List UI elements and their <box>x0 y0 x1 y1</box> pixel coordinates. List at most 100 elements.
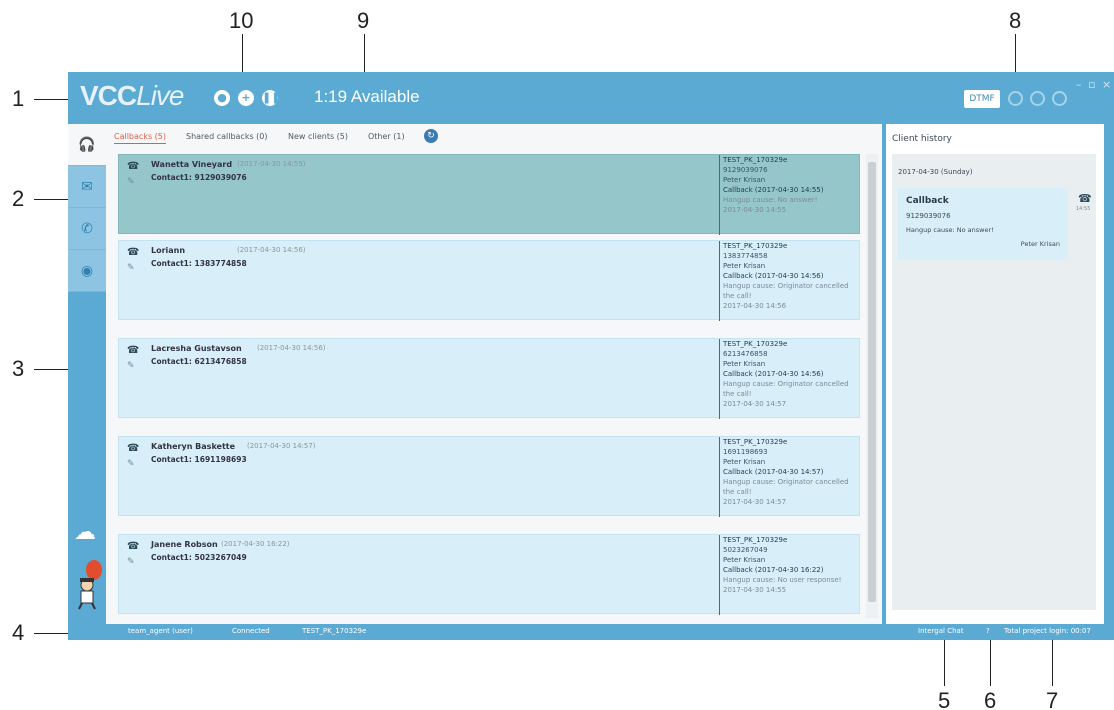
info-cause: Hangup cause: Originator cancelled the c… <box>723 380 849 398</box>
callout-9: 9 <box>357 8 370 33</box>
history-card-number: 9129039076 <box>906 212 951 220</box>
restore-icon[interactable]: ▫ <box>1088 78 1095 91</box>
info-callback: Callback (2017-04-30 16:22) <box>723 566 824 574</box>
scrollbar-thumb[interactable] <box>868 162 876 602</box>
phone-icon[interactable]: ✆ <box>68 208 106 250</box>
info-cause: Hangup cause: No user response! <box>723 576 842 584</box>
history-card-title: Callback <box>906 196 949 206</box>
cloud-icon[interactable]: ☁ <box>74 520 96 545</box>
info-number: 9129039076 <box>723 166 768 174</box>
main-panel: Callbacks (5) Shared callbacks (0) New c… <box>106 124 882 624</box>
callback-info: TEST_PK_170329e 5023267049 Peter Krisan … <box>719 535 860 615</box>
callback-time: (2017-04-30 14:56) <box>257 344 326 352</box>
agent-name: team_agent (user) <box>128 627 193 635</box>
call-control-icon-1[interactable] <box>1008 91 1023 106</box>
tab-callbacks[interactable]: Callbacks (5) <box>114 132 166 144</box>
callback-info: TEST_PK_170329e 6213476858 Peter Krisan … <box>719 339 860 419</box>
phone-icon[interactable]: ☎ <box>127 541 139 552</box>
info-number: 6213476858 <box>723 350 768 358</box>
history-card-agent: Peter Krisan <box>1020 240 1060 248</box>
callback-time: (2017-04-30 16:22) <box>221 540 290 548</box>
close-icon[interactable]: × <box>1102 78 1111 91</box>
left-rail: 🎧 ✉ ✆ ◉ ☁ <box>68 124 106 624</box>
tab-shared-callbacks[interactable]: Shared callbacks (0) <box>186 132 268 141</box>
info-date: 2017-04-30 14:55 <box>723 206 787 214</box>
refresh-icon[interactable]: ↻ <box>424 129 438 143</box>
history-card-cause: Hangup cause: No answer! <box>906 226 994 234</box>
callout-8: 8 <box>1009 8 1022 33</box>
info-cause: Hangup cause: Originator cancelled the c… <box>723 282 849 300</box>
info-date: 2017-04-30 14:57 <box>723 498 787 506</box>
connection-status: Connected <box>232 627 270 635</box>
agent-status-text: 1:19 Available <box>314 87 420 106</box>
plus-circle-icon[interactable]: + <box>238 90 254 106</box>
dtmf-button[interactable]: DTMF <box>964 90 1000 108</box>
history-callback-card[interactable]: Callback 9129039076 Hangup cause: No ans… <box>898 188 1068 260</box>
pause-icon[interactable]: ❚❚ <box>262 90 280 106</box>
pencil-icon[interactable]: ✎ <box>127 361 135 371</box>
callback-time: (2017-04-30 14:57) <box>247 442 316 450</box>
info-number: 1383774858 <box>723 252 768 260</box>
project-name: TEST_PK_170329e <box>723 340 788 348</box>
contact-number: Contact1: 1383774858 <box>151 259 247 268</box>
phone-icon[interactable]: ☎ <box>127 161 139 172</box>
headset-icon[interactable]: 🎧 <box>68 124 106 166</box>
vcc-live-logo: VCCLive <box>80 80 185 111</box>
callback-list: ☎ ✎ Wanetta Vineyard (2017-04-30 14:55) … <box>118 154 860 618</box>
pencil-icon[interactable]: ✎ <box>127 557 135 567</box>
client-history-body: 2017-04-30 (Sunday) Callback 9129039076 … <box>892 154 1096 610</box>
phone-icon[interactable]: ☎ <box>127 443 139 454</box>
phone-icon[interactable]: ☎ <box>127 345 139 356</box>
client-name: Wanetta Vineyard <box>151 160 233 169</box>
info-callback: Callback (2017-04-30 14:56) <box>723 272 824 280</box>
phone-icon[interactable]: ☎ <box>127 247 139 258</box>
tab-new-clients[interactable]: New clients (5) <box>288 132 348 141</box>
app-window: VCCLive ● + ❚❚ 1:19 Available DTMF – ▫ ×… <box>68 72 1114 640</box>
info-callback: Callback (2017-04-30 14:56) <box>723 370 824 378</box>
minimize-icon[interactable]: – <box>1076 78 1082 91</box>
agent-avatar <box>78 578 96 610</box>
phone-icon: ☎ <box>1078 192 1092 205</box>
contact-number: Contact1: 9129039076 <box>151 173 247 182</box>
callout-10: 10 <box>229 8 254 33</box>
callback-card[interactable]: ☎ ✎ Katheryn Baskette (2017-04-30 14:57)… <box>118 436 860 517</box>
callback-card[interactable]: ☎ ✎ Loriann (2017-04-30 14:56) Contact1:… <box>118 240 860 321</box>
info-date: 2017-04-30 14:55 <box>723 586 787 594</box>
internal-chat-link[interactable]: Intergal Chat <box>918 627 964 635</box>
client-name: Loriann <box>151 246 186 255</box>
callout-6-line <box>990 632 991 686</box>
callback-time: (2017-04-30 14:56) <box>237 246 306 254</box>
list-scrollbar[interactable] <box>866 154 878 618</box>
client-name: Lacresha Gustavson <box>151 344 242 353</box>
pencil-icon[interactable]: ✎ <box>127 177 135 187</box>
callback-card[interactable]: ☎ ✎ Wanetta Vineyard (2017-04-30 14:55) … <box>118 154 860 235</box>
callback-card[interactable]: ☎ ✎ Lacresha Gustavson (2017-04-30 14:56… <box>118 338 860 419</box>
contact-number: Contact1: 1691198693 <box>151 455 247 464</box>
call-control-icon-3[interactable] <box>1052 91 1067 106</box>
help-icon[interactable]: ? <box>986 627 990 635</box>
callback-card[interactable]: ☎ ✎ Janene Robson (2017-04-30 16:22) Con… <box>118 534 860 615</box>
info-callback: Callback (2017-04-30 14:55) <box>723 186 824 194</box>
callout-2: 2 <box>12 186 25 211</box>
info-agent: Peter Krisan <box>723 556 766 564</box>
client-name: Katheryn Baskette <box>151 442 236 451</box>
title-bar: VCCLive ● + ❚❚ 1:19 Available DTMF – ▫ × <box>68 72 1114 124</box>
info-number: 1691198693 <box>723 448 768 456</box>
callback-info: TEST_PK_170329e 9129039076 Peter Krisan … <box>719 155 860 235</box>
client-name: Janene Robson <box>151 540 218 549</box>
callout-6: 6 <box>984 688 997 710</box>
globe-icon[interactable]: ◉ <box>68 250 106 292</box>
callback-info: TEST_PK_170329e 1383774858 Peter Krisan … <box>719 241 860 321</box>
envelope-icon[interactable]: ✉ <box>68 166 106 208</box>
call-control-icon-2[interactable] <box>1030 91 1045 106</box>
project-name: TEST_PK_170329e <box>723 242 788 250</box>
eye-icon[interactable]: ● <box>214 90 230 106</box>
info-callback: Callback (2017-04-30 14:57) <box>723 468 824 476</box>
tab-other[interactable]: Other (1) <box>368 132 405 141</box>
callout-7: 7 <box>1046 688 1059 710</box>
pencil-icon[interactable]: ✎ <box>127 263 135 273</box>
client-history-panel: Client history 2017-04-30 (Sunday) Callb… <box>886 124 1104 624</box>
info-date: 2017-04-30 14:56 <box>723 302 787 310</box>
info-agent: Peter Krisan <box>723 458 766 466</box>
pencil-icon[interactable]: ✎ <box>127 459 135 469</box>
